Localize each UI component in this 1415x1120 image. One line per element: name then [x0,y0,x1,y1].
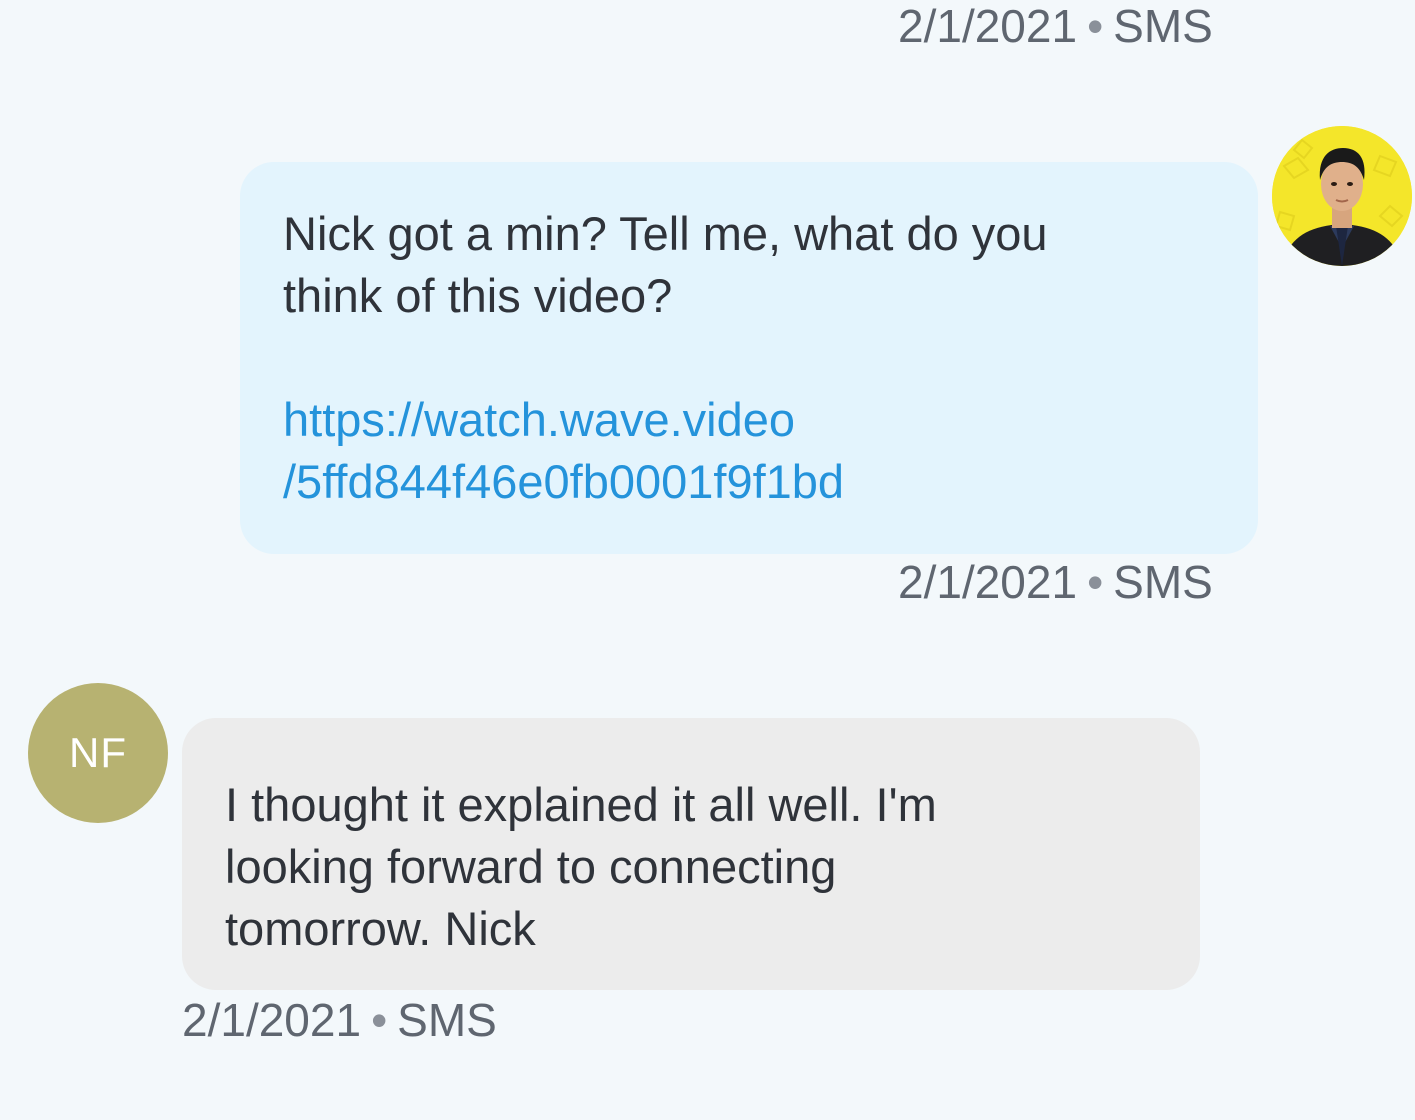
outgoing-message-meta: 2/1/2021 • SMS [898,556,1213,608]
outgoing-message-bubble[interactable]: Nick got a min? Tell me, what do you thi… [240,162,1258,554]
incoming-message-meta: 2/1/2021 • SMS [182,994,497,1046]
separator-dot: • [1087,556,1104,608]
message-meta-top: 2/1/2021 • SMS [898,0,1213,52]
message-channel: SMS [1113,556,1213,608]
message-date: 2/1/2021 [898,556,1078,608]
message-date: 2/1/2021 [898,0,1078,52]
contact-initials-avatar[interactable]: NF [28,683,168,823]
incoming-message-text: I thought it explained it all well. I'm … [225,778,937,955]
outgoing-message-text: Nick got a min? Tell me, what do you thi… [283,207,1048,322]
message-channel: SMS [1113,0,1213,52]
separator-dot: • [1087,0,1104,52]
person-portrait-icon [1272,126,1412,266]
separator-dot: • [371,994,388,1046]
message-channel: SMS [397,994,497,1046]
incoming-message-bubble[interactable]: I thought it explained it all well. I'm … [182,718,1200,990]
video-link[interactable]: https://watch.wave.video /5ffd844f46e0fb… [283,389,1218,513]
user-photo-avatar[interactable] [1272,126,1412,266]
message-date: 2/1/2021 [182,994,362,1046]
